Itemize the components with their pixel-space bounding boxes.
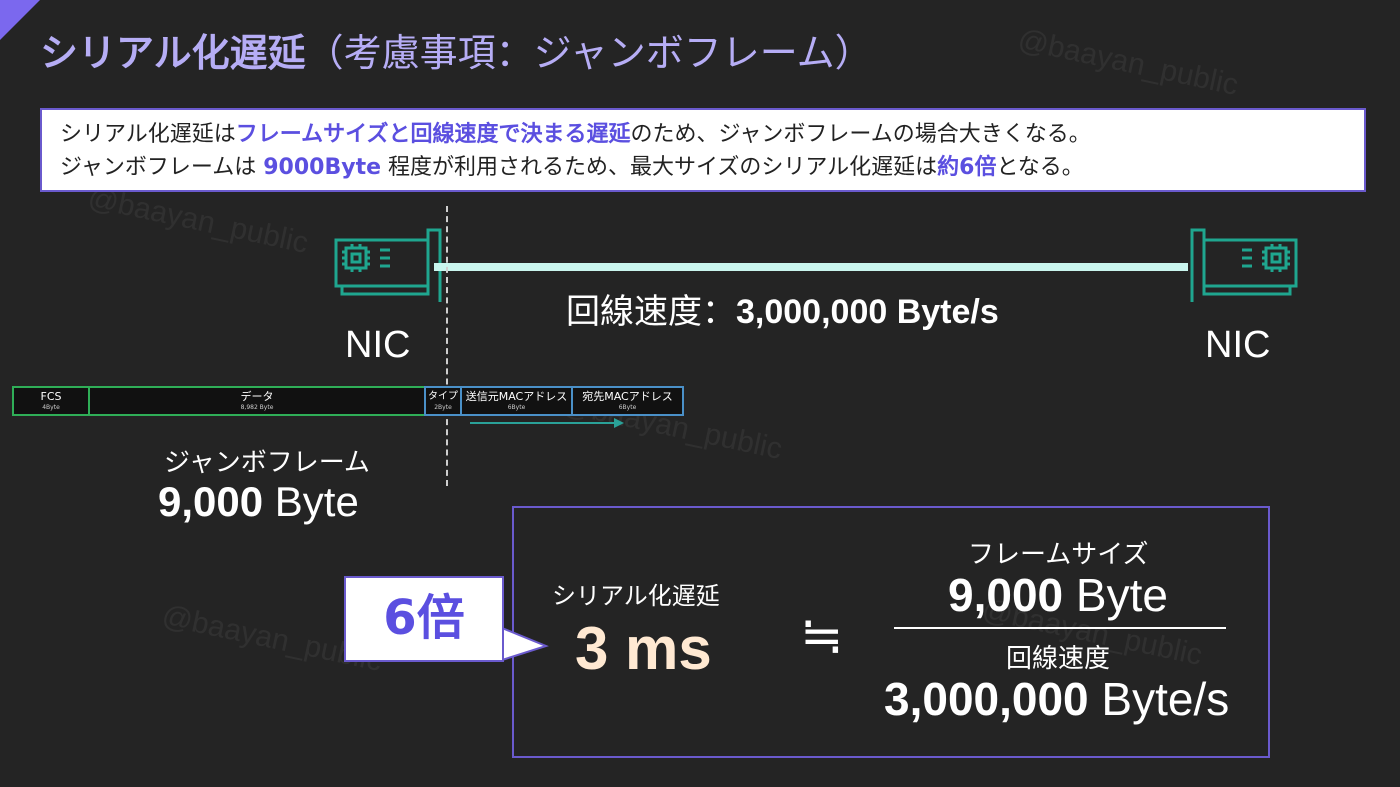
denominator-value: 3,000,000 Byte/s (884, 672, 1229, 726)
frame-field-src-mac: 送信元MACアドレス 6Byte (460, 386, 573, 416)
denominator-number: 3,000,000 (884, 673, 1089, 725)
approx-equal-symbol: ≒ (800, 606, 844, 666)
note-text: シリアル化遅延は (60, 122, 236, 147)
link-line (434, 263, 1188, 271)
nic-right-label: NIC (1205, 324, 1271, 366)
field-name: 宛先MACアドレス (582, 390, 673, 403)
serialization-delay-value: 3 ms (575, 615, 712, 682)
explanation-line-1: シリアル化遅延はフレームサイズと回線速度で決まる遅延のため、ジャンボフレームの場… (60, 118, 1346, 151)
jumbo-size-number: 9,000 (158, 478, 264, 525)
field-size: 4Byte (42, 404, 60, 411)
numerator-number: 9,000 (948, 569, 1064, 621)
slide-title: シリアル化遅延（考慮事項：ジャンボフレーム） (40, 22, 873, 77)
note-text: のため、ジャンボフレームの場合大きくなる。 (630, 122, 1091, 147)
corner-accent (0, 0, 40, 40)
field-size: 6Byte (618, 404, 637, 411)
jumbo-frame-label: ジャンボフレーム (164, 448, 370, 478)
title-main: シリアル化遅延 (40, 31, 306, 75)
note-highlight: 9000Byte (263, 155, 382, 180)
nic-left-icon (332, 224, 448, 308)
field-name: 送信元MACアドレス (465, 390, 568, 403)
nic-right-icon (1184, 224, 1300, 308)
fraction-line (894, 627, 1226, 629)
note-highlight: 約6倍 (937, 155, 997, 180)
note-highlight: フレームサイズと回線速度で決まる遅延 (235, 122, 631, 147)
link-speed: 回線速度：3,000,000 Byte/s (566, 284, 999, 333)
frame-field-dst-mac: 宛先MACアドレス 6Byte (571, 386, 684, 416)
transmission-boundary-line (446, 206, 448, 486)
field-name: FCS (40, 390, 62, 403)
frame-field-type: タイプ 2Byte (424, 386, 462, 416)
watermark-2: @baayan_public (85, 181, 312, 260)
numerator-unit: Byte (1063, 569, 1168, 621)
numerator-value: 9,000 Byte (948, 568, 1168, 622)
explanation-line-2: ジャンボフレームは 9000Byte 程度が利用されるため、最大サイズのシリアル… (60, 151, 1346, 184)
field-name: データ (240, 390, 274, 403)
explanation-box: シリアル化遅延はフレームサイズと回線速度で決まる遅延のため、ジャンボフレームの場… (40, 108, 1366, 192)
watermark-1: @baayan_public (1015, 23, 1242, 102)
frame-field-data: データ 8,982 Byte (88, 386, 426, 416)
note-text: となる。 (996, 155, 1084, 180)
note-text: 程度が利用されるため、最大サイズのシリアル化遅延は (381, 155, 938, 180)
jumbo-frame-size: 9,000 Byte (158, 478, 359, 526)
link-speed-label: 回線速度： (566, 292, 736, 332)
nic-left-label: NIC (345, 324, 411, 366)
denominator-unit: Byte/s (1088, 673, 1230, 725)
field-size: 8,982 Byte (240, 404, 274, 411)
direction-arrow-line (470, 422, 616, 424)
serialization-delay-label: シリアル化遅延 (552, 582, 720, 610)
field-size: 6Byte (507, 404, 526, 411)
link-speed-value: 3,000,000 Byte/s (736, 293, 999, 331)
numerator-label: フレームサイズ (968, 540, 1149, 570)
note-text: ジャンボフレームは (60, 155, 264, 180)
title-sub: （考慮事項：ジャンボフレーム） (305, 31, 873, 75)
field-size: 2Byte (434, 404, 452, 411)
jumbo-size-unit: Byte (263, 478, 359, 525)
frame-field-fcs: FCS 4Byte (12, 386, 90, 416)
multiplier-callout: 6倍 (344, 576, 504, 662)
field-name: タイプ (428, 391, 458, 402)
denominator-label: 回線速度 (1006, 644, 1111, 674)
arrow-right-icon (614, 418, 624, 428)
